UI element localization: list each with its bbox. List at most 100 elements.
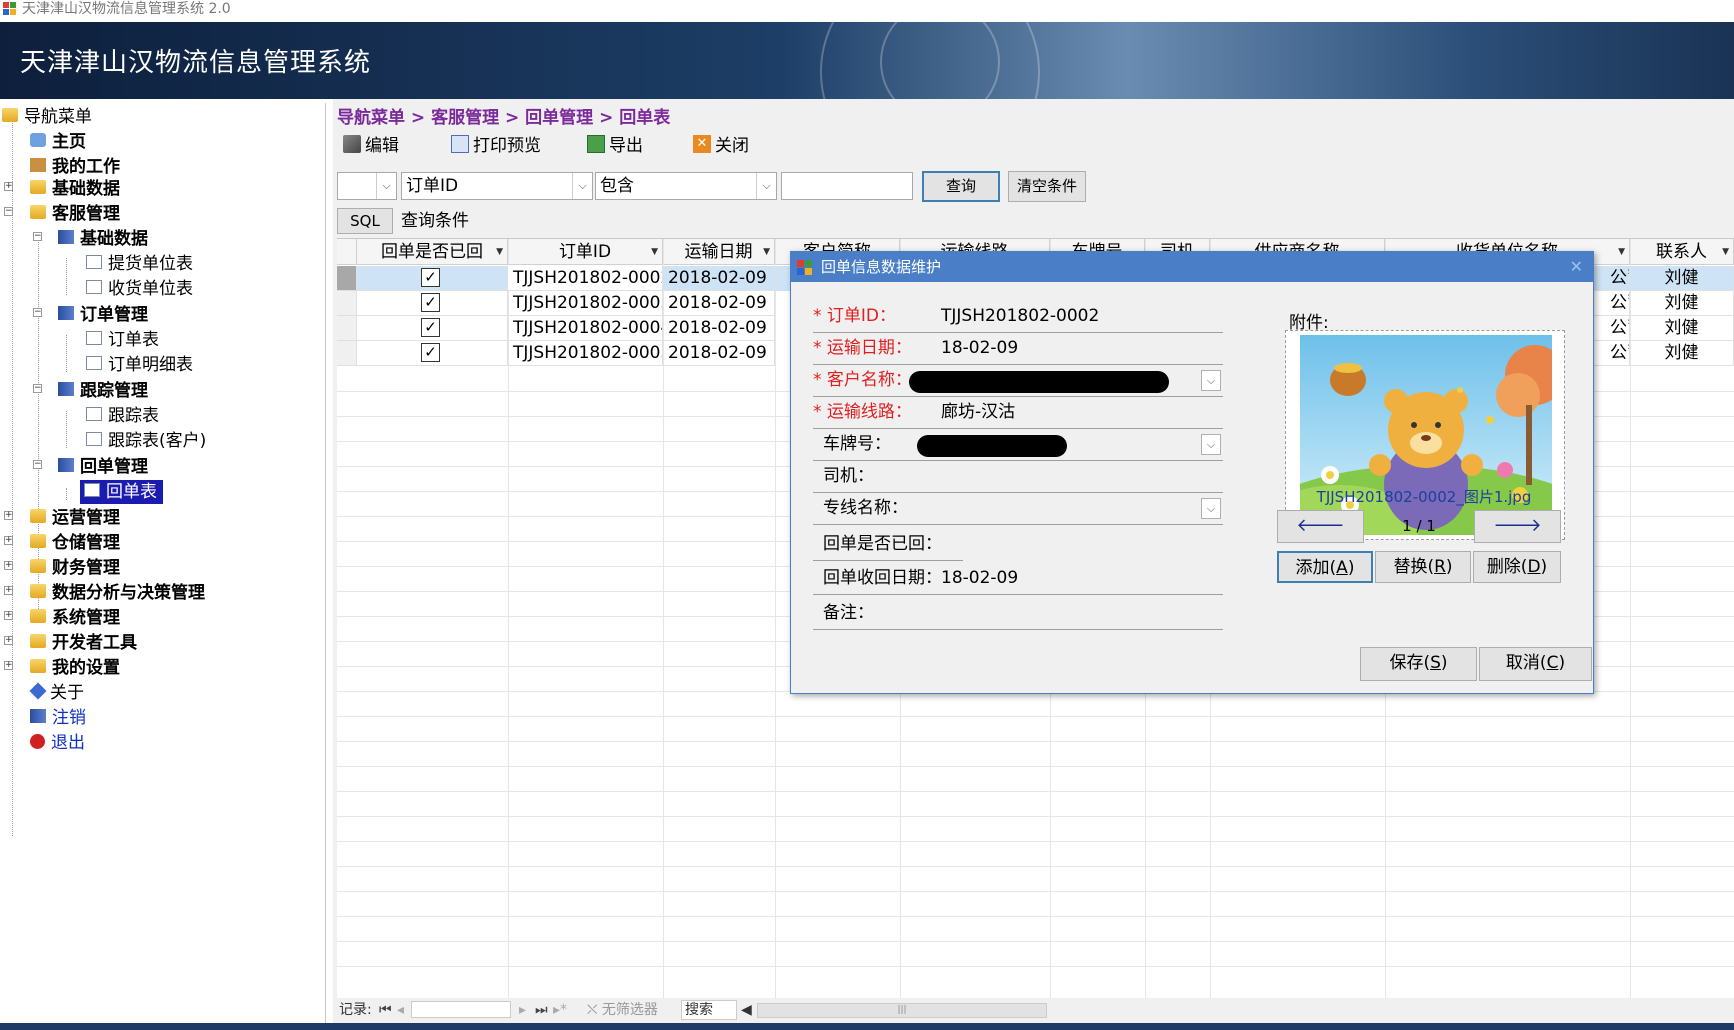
nav-item-about[interactable]: 关于 [29,681,84,705]
return-date-field[interactable]: 回单收回日期： 18-02-09 [813,563,1223,595]
transport-route-field[interactable]: * 运输线路： 廊坊-汉沽 [813,397,1223,429]
transport-route-value[interactable]: 廊坊-汉沽 [941,397,1015,427]
nav-item-order-mgmt[interactable]: 订单管理 [58,303,148,327]
return-date-value[interactable]: 18-02-09 [941,563,1018,593]
add-attachment-button[interactable]: 添加(A) [1277,551,1373,583]
collapse-toggle[interactable]: − [33,232,42,241]
line-name-field[interactable]: 专线名称： ⌵ [813,493,1223,525]
expand-toggle[interactable]: + [4,561,13,570]
edit-button[interactable]: 编辑 [343,133,399,159]
nav-item-orders[interactable]: 订单表 [86,328,159,352]
transport-date-value[interactable]: 18-02-09 [941,333,1018,363]
nav-root[interactable]: 导航菜单 [2,105,92,129]
search-box[interactable]: 搜索 [681,1000,737,1020]
nav-item-receipt-mgmt[interactable]: 回单管理 [58,455,148,479]
contact-cell[interactable]: 刘健 [1630,316,1734,341]
nav-item-pickup-units[interactable]: 提货单位表 [86,252,193,276]
receipt-returned-field[interactable]: 回单是否已回： [813,529,963,561]
cancel-button[interactable]: 取消(C) [1479,647,1592,681]
query-button[interactable]: 查询 [922,171,1000,202]
column-header[interactable]: 回单是否已回 ▼ [357,239,508,265]
nav-item-analytics[interactable]: 数据分析与决策管理 [30,581,205,605]
collapse-toggle[interactable]: − [33,384,42,393]
prev-attachment-button[interactable]: 🡐 [1277,510,1364,543]
transport-date-field[interactable]: * 运输日期： 18-02-09 [813,333,1223,365]
operator-combo[interactable]: 包含 ⌵ [595,172,777,200]
order-id-cell[interactable]: TJJSH201802-0004 [508,316,663,341]
next-record-icon[interactable]: ▸ [519,999,526,1021]
prev-record-icon[interactable]: ◂ [397,999,404,1021]
sql-button[interactable]: SQL [337,208,393,234]
nav-item-tracking[interactable]: 跟踪表 [86,404,159,428]
driver-field[interactable]: 司机： [813,461,1223,493]
column-header[interactable]: 订单ID ▼ [508,239,663,265]
chevron-down-icon[interactable]: ⌵ [1201,498,1221,519]
order-id-cell[interactable]: TJJSH201802-0005 [508,341,663,366]
collapse-toggle[interactable]: − [33,460,42,469]
nav-item-home[interactable]: 主页 [30,130,86,154]
nav-item-warehouse[interactable]: 仓储管理 [30,531,120,555]
collapse-toggle[interactable]: − [4,207,13,216]
replace-attachment-button[interactable]: 替换(R) [1375,551,1471,583]
expand-toggle[interactable]: + [4,511,13,520]
customer-name-field[interactable]: * 客户名称： ⌵ [813,365,1223,397]
dialog-titlebar[interactable]: 回单信息数据维护 ✕ [791,252,1593,282]
expand-toggle[interactable]: + [4,536,13,545]
nav-item-devtools[interactable]: 开发者工具 [30,631,137,655]
record-number-input[interactable] [411,1001,511,1018]
order-id-cell[interactable]: TJJSH201802-0003 [508,291,663,316]
nav-item-receiving-units[interactable]: 收货单位表 [86,277,193,301]
expand-toggle[interactable]: + [4,611,13,620]
returned-checkbox[interactable]: ✓ [421,343,440,362]
returned-checkbox[interactable]: ✓ [421,293,440,312]
nav-item-finance[interactable]: 财务管理 [30,556,120,580]
print-preview-button[interactable]: 打印预览 [451,133,541,159]
nav-item-customer-service[interactable]: 客服管理 [30,202,120,226]
receipt-maintenance-dialog[interactable]: 回单信息数据维护 ✕ * 订单ID： TJJSH201802-0002 * 运输… [790,251,1734,694]
nav-item-tracking-customer[interactable]: 跟踪表(客户) [86,429,206,453]
nav-item-tracking-mgmt[interactable]: 跟踪管理 [58,379,148,403]
expand-toggle[interactable]: + [4,661,13,670]
collapse-toggle[interactable]: − [33,308,42,317]
horizontal-scrollbar[interactable]: ||| [757,1003,1047,1018]
plate-number-field[interactable]: 车牌号： ⌵ [813,429,1223,461]
expand-toggle[interactable]: + [4,182,13,191]
scroll-left-icon[interactable]: ◀ [741,999,752,1021]
next-attachment-button[interactable]: 🡒 [1474,510,1561,543]
column-header[interactable]: 运输日期 ▼ [663,239,775,265]
nav-item-receipts[interactable]: 回单表 [80,480,163,504]
last-record-icon[interactable]: ⏭ [535,999,548,1021]
returned-checkbox[interactable]: ✓ [421,318,440,337]
close-button[interactable]: ✕ 关闭 [693,133,749,159]
attachment-filename[interactable]: TJJSH201802-0002_图片1.jpg [1271,486,1577,507]
expand-toggle[interactable]: + [4,636,13,645]
first-record-icon[interactable]: ⏮ [379,999,392,1021]
attachment-preview[interactable] [1285,330,1565,540]
nav-item-my-work[interactable]: 我的工作 [30,155,120,179]
date-cell[interactable]: 2018-02-09 [663,291,775,316]
field-combo[interactable]: ⌵ [337,172,397,200]
keyword-input[interactable] [781,172,913,200]
dialog-close-icon[interactable]: ✕ [1570,252,1583,282]
expand-toggle[interactable]: + [4,586,13,595]
no-filter-indicator[interactable]: ⛌ 无筛选器 [587,999,658,1021]
column-combo[interactable]: 订单ID ⌵ [401,172,593,200]
order-id-cell[interactable]: TJJSH201802-0002 [508,266,663,291]
navigation-tree[interactable]: 导航菜单 主页 我的工作 + 基础数据 − 客服管理 − 基础数据 提货单位表 … [0,103,326,1023]
nav-item-order-details[interactable]: 订单明细表 [86,353,193,377]
contact-cell[interactable]: 刘健 [1630,341,1734,366]
date-cell[interactable]: 2018-02-09 [663,316,775,341]
nav-item-exit[interactable]: 退出 [30,731,85,755]
nav-item-logout[interactable]: 注销 [30,706,86,730]
returned-checkbox[interactable]: ✓ [421,268,440,287]
chevron-down-icon[interactable]: ⌵ [1201,370,1221,391]
contact-cell[interactable]: 刘健 [1630,266,1734,291]
date-cell[interactable]: 2018-02-09 [663,341,775,366]
nav-item-cs-basic-data[interactable]: 基础数据 [58,227,148,251]
date-cell[interactable]: 2018-02-09 [663,266,775,291]
nav-item-my-settings[interactable]: 我的设置 [30,656,120,680]
remark-field[interactable]: 备注： [813,598,1223,630]
delete-attachment-button[interactable]: 删除(D) [1473,551,1561,583]
chevron-down-icon[interactable]: ⌵ [1201,434,1221,455]
column-header[interactable]: 联系人 ▼ [1630,239,1734,265]
